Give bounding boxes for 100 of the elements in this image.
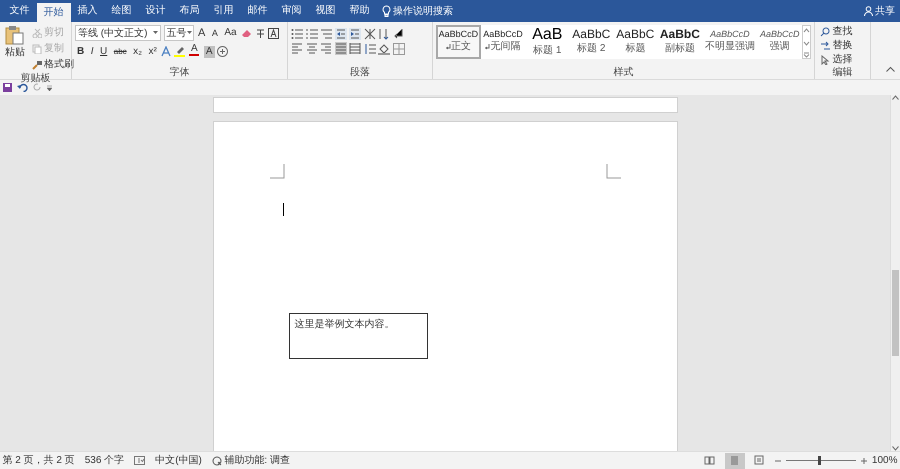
font-size-field[interactable]: 五号 [164, 25, 194, 41]
caret-icon[interactable] [153, 31, 158, 35]
clipboard-icon [5, 25, 25, 45]
ribbon-tab[interactable]: 审阅 [274, 0, 308, 22]
ribbon-tab[interactable]: 开始 [36, 3, 70, 22]
ribbon-tab[interactable]: 文件 [2, 0, 36, 22]
language-status[interactable]: 中文(中国) [155, 453, 202, 468]
web-page-icon [754, 455, 766, 466]
share-button[interactable]: 共享 [864, 0, 895, 22]
style-gallery-item[interactable]: AaBbCcD 不明显强调 [702, 25, 758, 59]
gallery-scroll-icon[interactable] [802, 25, 812, 59]
group-label: 编辑 [832, 67, 854, 79]
group-label: 样式 [612, 67, 634, 79]
chinese-layout-icon[interactable] [364, 28, 376, 40]
text-box-content: 这里是举例文本内容。 [294, 318, 396, 332]
ribbon-tab[interactable]: 帮助 [342, 0, 376, 22]
style-name: 副标题 [664, 42, 695, 56]
grow-font-button[interactable]: A [196, 25, 208, 41]
distributed-button[interactable] [349, 42, 361, 55]
style-gallery-item[interactable]: AaBbCcD 强调 [757, 25, 802, 59]
style-gallery-item[interactable]: AaBbC 标题 2 [569, 25, 614, 59]
subscript-button[interactable]: x₂ [131, 44, 144, 60]
style-name: 标题 [625, 42, 646, 56]
strikethrough-button[interactable]: abc [112, 44, 129, 60]
scroll-down-icon[interactable] [892, 446, 899, 451]
find-button[interactable]: 查找 [818, 25, 867, 39]
font-color-button[interactable]: A [187, 44, 202, 60]
numbering-icon[interactable] [306, 28, 318, 40]
change-case-button[interactable]: Aa [222, 25, 239, 41]
accessibility-status[interactable]: 辅助功能: 调查 [212, 453, 290, 468]
style-name: 标题 1 [533, 44, 562, 58]
decrease-indent-icon[interactable] [334, 28, 346, 40]
proofing-icon[interactable] [134, 456, 146, 465]
style-gallery-item[interactable]: AaBbCcD 无间隔 [480, 25, 526, 59]
scroll-up-icon[interactable] [892, 95, 899, 100]
italic-button[interactable]: I [88, 44, 96, 60]
replace-button[interactable]: 替换 [818, 39, 867, 53]
multilevel-list-icon[interactable] [320, 28, 332, 40]
style-name: 强调 [770, 40, 790, 54]
line-spacing-icon[interactable] [364, 42, 376, 54]
superscript-button[interactable]: x² [146, 44, 159, 60]
page-count[interactable]: 第 2 页，共 2 页 [2, 453, 75, 468]
select-button[interactable]: 选择 [818, 53, 867, 67]
paste-button[interactable]: 粘贴 [3, 25, 27, 73]
customize-toolbar-icon[interactable] [46, 84, 52, 90]
save-icon[interactable] [2, 83, 12, 92]
ribbon-tab[interactable]: 绘图 [104, 0, 138, 22]
align-left-button[interactable] [291, 42, 303, 55]
enclosed-character-icon[interactable] [217, 46, 228, 57]
justify-icon [334, 42, 346, 55]
zoom-level[interactable]: 100% [872, 453, 898, 468]
collapse-ribbon-icon[interactable] [886, 66, 895, 72]
word-count[interactable]: 536 个字 [84, 453, 124, 468]
style-name: 不明显强调 [704, 40, 755, 54]
align-right-button[interactable] [320, 42, 332, 55]
ribbon-tab[interactable]: 插入 [70, 0, 104, 22]
ribbon-tab[interactable]: 邮件 [240, 0, 274, 22]
painter-button[interactable]: 格式刷 [30, 57, 76, 73]
slider-thumb[interactable] [818, 456, 821, 465]
copy-icon [32, 44, 42, 54]
align-center-button[interactable] [306, 42, 318, 55]
shrink-font-button[interactable]: A [210, 25, 220, 41]
ribbon-tab[interactable]: 视图 [308, 0, 342, 22]
phonetic-icon[interactable] [254, 28, 266, 38]
tell-me-search[interactable]: 操作说明搜索 [382, 0, 453, 22]
style-name: 标题 2 [577, 42, 606, 56]
zoom-slider[interactable] [786, 456, 856, 465]
text-effects-icon[interactable] [161, 46, 172, 57]
shading-icon[interactable] [378, 42, 390, 54]
vertical-scrollbar[interactable] [890, 95, 900, 451]
zoom-out-icon[interactable] [774, 458, 781, 464]
sort-icon[interactable] [378, 28, 390, 40]
character-border-icon[interactable] [268, 28, 280, 38]
style-gallery-item[interactable]: AaBbC 副标题 [657, 25, 702, 59]
scrollbar-thumb[interactable] [892, 270, 899, 356]
bullets-icon[interactable] [291, 28, 303, 40]
ribbon-tab[interactable]: 布局 [172, 0, 206, 22]
align-center-icon [306, 42, 318, 55]
style-gallery-item[interactable]: AaBbC 标题 [613, 25, 658, 59]
character-shading-button[interactable]: A [204, 46, 215, 58]
crop-mark-icon [606, 164, 620, 180]
ribbon-tab[interactable]: 引用 [206, 0, 240, 22]
print-layout-button[interactable] [724, 452, 745, 468]
font-name-field[interactable]: 等线 (中文正文) [75, 25, 161, 41]
increase-indent-icon[interactable] [349, 28, 361, 40]
undo-icon[interactable] [16, 83, 28, 92]
align-left-icon [291, 42, 303, 55]
caret-icon[interactable] [186, 31, 192, 35]
underline-button[interactable]: U [98, 44, 110, 60]
group-label: 段落 [349, 67, 371, 79]
justify-button[interactable] [334, 42, 346, 55]
style-gallery-item[interactable]: AaB 标题 1 [525, 25, 570, 59]
highlighter-icon[interactable] [174, 46, 185, 57]
ribbon-tab[interactable]: 设计 [138, 0, 172, 22]
bold-button[interactable]: B [75, 44, 86, 60]
paragraph-mark-icon[interactable] [392, 28, 404, 40]
group-label: 剪贴板 [20, 73, 52, 85]
style-gallery-item[interactable]: AaBbCcD 正文 [436, 25, 481, 59]
zoom-in-icon[interactable] [860, 458, 867, 464]
find-icon [820, 27, 830, 37]
